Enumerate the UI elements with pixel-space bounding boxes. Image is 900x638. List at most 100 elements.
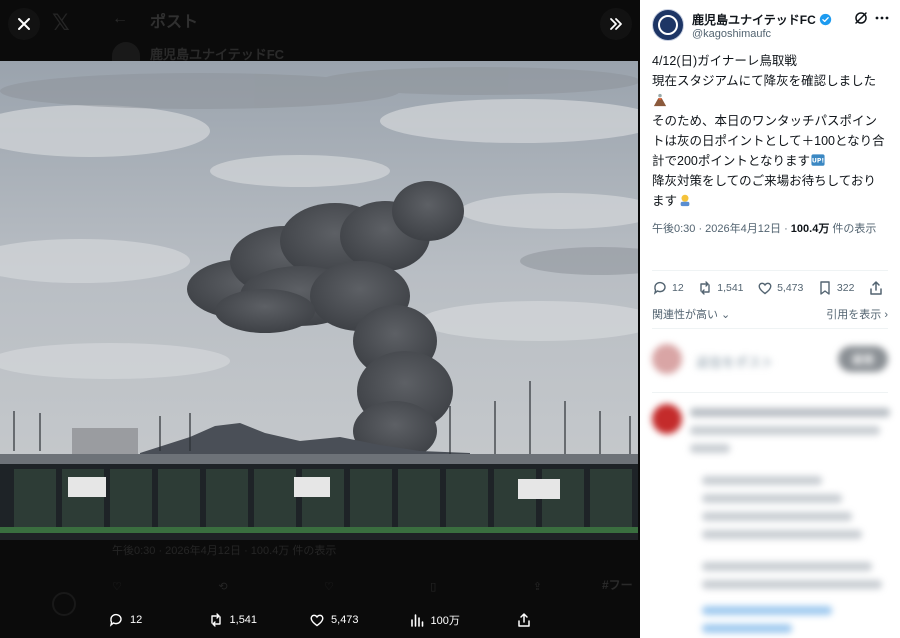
post-header: 鹿児島ユナイテッドFC @kagoshimaufc [652,8,892,44]
svg-text:UP!: UP! [812,158,824,165]
reply-text-line [690,426,880,435]
post-panel: 鹿児島ユナイテッドFC @kagoshimaufc 4/12(日)ガイナーレ鳥取… [640,0,900,638]
post-actions: 12 1,541 5,473 322 [652,278,888,298]
viewer-views-count: 100万 [430,615,460,627]
reply-text-line [702,562,872,571]
back-arrow-icon[interactable]: ← [112,10,128,28]
reply-text-line [702,476,822,485]
pitch-edge [0,527,638,533]
bookmark-count: 322 [836,282,855,294]
background-stat: ♡ [323,581,334,593]
reply-input[interactable]: 返信をポスト [696,352,774,371]
post-views-count: 100.4万 [790,223,830,235]
reply-text-line [690,444,730,453]
background-stats: ♡ ⟲ ♡ ▯ ⇪ [112,580,542,593]
display-name-text: 鹿児島ユナイテッドFC [692,13,816,27]
display-name[interactable]: 鹿児島ユナイテッドFC [692,11,832,28]
more-icon[interactable] [874,10,890,26]
post-text-line: 4/12(日)ガイナーレ鳥取戦 [652,54,797,68]
user-avatar [652,344,682,374]
reply-text-line [702,580,882,589]
background-circle [52,592,76,616]
viewer-like-count: 5,473 [331,614,359,626]
handle[interactable]: @kagoshimaufc [692,28,771,40]
reply-item[interactable] [652,402,892,638]
post-text-line: そのため、本日のワンタッチパスポイントは灰の日ポイントとして＋100となり合計で… [652,114,885,168]
repost-icon [210,613,221,627]
post-text-line: 現在スタジアムにて降灰を確認しました [652,71,888,111]
reply-link-line [702,606,832,615]
reply-button[interactable]: 12 [652,280,684,296]
grok-icon[interactable] [853,10,869,26]
like-icon [758,282,772,295]
background-timestamp: 午後0:30 · 2026年4月12日 · 100.4万 件の表示 [112,545,337,557]
background-stat: ▯ [430,581,437,593]
reply-sort-row: 関連性が高い ⌄ 引用を表示 › [652,306,888,322]
close-button[interactable] [8,8,40,40]
share-icon [870,281,882,295]
chevron-down-icon: ⌄ [718,309,731,321]
post-time[interactable]: 午後0:30 · 2026年4月12日 · [652,223,791,235]
eruption-photo[interactable] [0,61,638,540]
viewer-action-bar: 12 1,541 5,473 100万 [108,606,538,634]
divider [652,392,888,393]
repost-button[interactable]: 1,541 [697,280,744,296]
club-crest-icon [658,15,678,35]
post-views-suffix: 件の表示 [829,223,877,235]
background-stat: ⇪ [532,581,542,593]
close-icon [18,18,30,30]
share-icon [518,613,530,627]
up-emoji-icon: UP! [811,154,825,166]
media-viewer: 𝕏 ← ポスト 鹿児島ユナイテッドFC 午後0:30 · 2026年4月12日 … [0,0,640,638]
expand-button[interactable] [600,8,632,40]
viewer-share-button[interactable] [516,612,538,628]
background-stat: ♡ [112,581,122,593]
reply-text-line [702,530,862,539]
verified-icon [819,13,831,26]
reply-count: 12 [672,282,684,294]
reply-link-line [702,624,792,633]
repost-count: 1,541 [717,282,744,294]
relevance-sort[interactable]: 関連性が高い ⌄ [652,306,730,322]
view-quotes-link[interactable]: 引用を表示 › [826,306,888,322]
viewer-reply-count: 12 [130,614,143,626]
post-text-line: 降灰対策をしてのご来場お待ちしております [652,174,876,208]
page: 𝕏 ← ポスト 鹿児島ユナイテッドFC 午後0:30 · 2026年4月12日 … [0,0,900,638]
viewer-views-button[interactable]: 100万 [409,612,516,628]
reply-composer[interactable]: 返信をポスト 返信 [652,340,892,380]
volcano-emoji-icon [653,93,667,107]
avatar[interactable] [652,9,684,41]
bookmark-icon [820,281,830,295]
person-bowing-emoji-icon [680,194,690,207]
share-button[interactable] [868,280,888,296]
background-stat: ⟲ [218,581,228,593]
reply-text-line [702,494,842,503]
photo-illustration [0,61,638,540]
chevron-right-icon: › [881,309,888,321]
divider [652,270,888,271]
viewer-repost-count: 1,541 [229,614,258,626]
like-button[interactable]: 5,473 [757,280,803,296]
viewer-repost-button[interactable]: 1,541 [208,612,310,628]
x-logo-icon[interactable]: 𝕏 [52,10,70,36]
building [72,428,138,454]
post-text: 4/12(日)ガイナーレ鳥取戦 現在スタジアムにて降灰を確認しました そのため、… [652,51,888,211]
like-count: 5,473 [777,282,804,294]
background-avatar [112,42,140,62]
reply-submit-button[interactable]: 返信 [838,346,888,372]
like-icon [310,614,324,627]
stadium-roof-edge [0,454,638,464]
reply-icon [653,281,666,295]
views-icon [410,614,423,627]
reply-icon [109,613,122,627]
expand-icon [610,18,622,30]
viewer-reply-button[interactable]: 12 [108,612,208,628]
background-header-title: ポスト [150,14,199,31]
reply-text-line [702,512,852,521]
viewer-like-button[interactable]: 5,473 [309,612,409,628]
post-meta: 午後0:30 · 2026年4月12日 · 100.4万 件の表示 [652,220,888,238]
reply-avatar [652,404,682,434]
bookmark-button[interactable]: 322 [817,280,855,296]
reply-author-line [690,408,890,417]
background-hashtag: #フー [602,578,633,592]
